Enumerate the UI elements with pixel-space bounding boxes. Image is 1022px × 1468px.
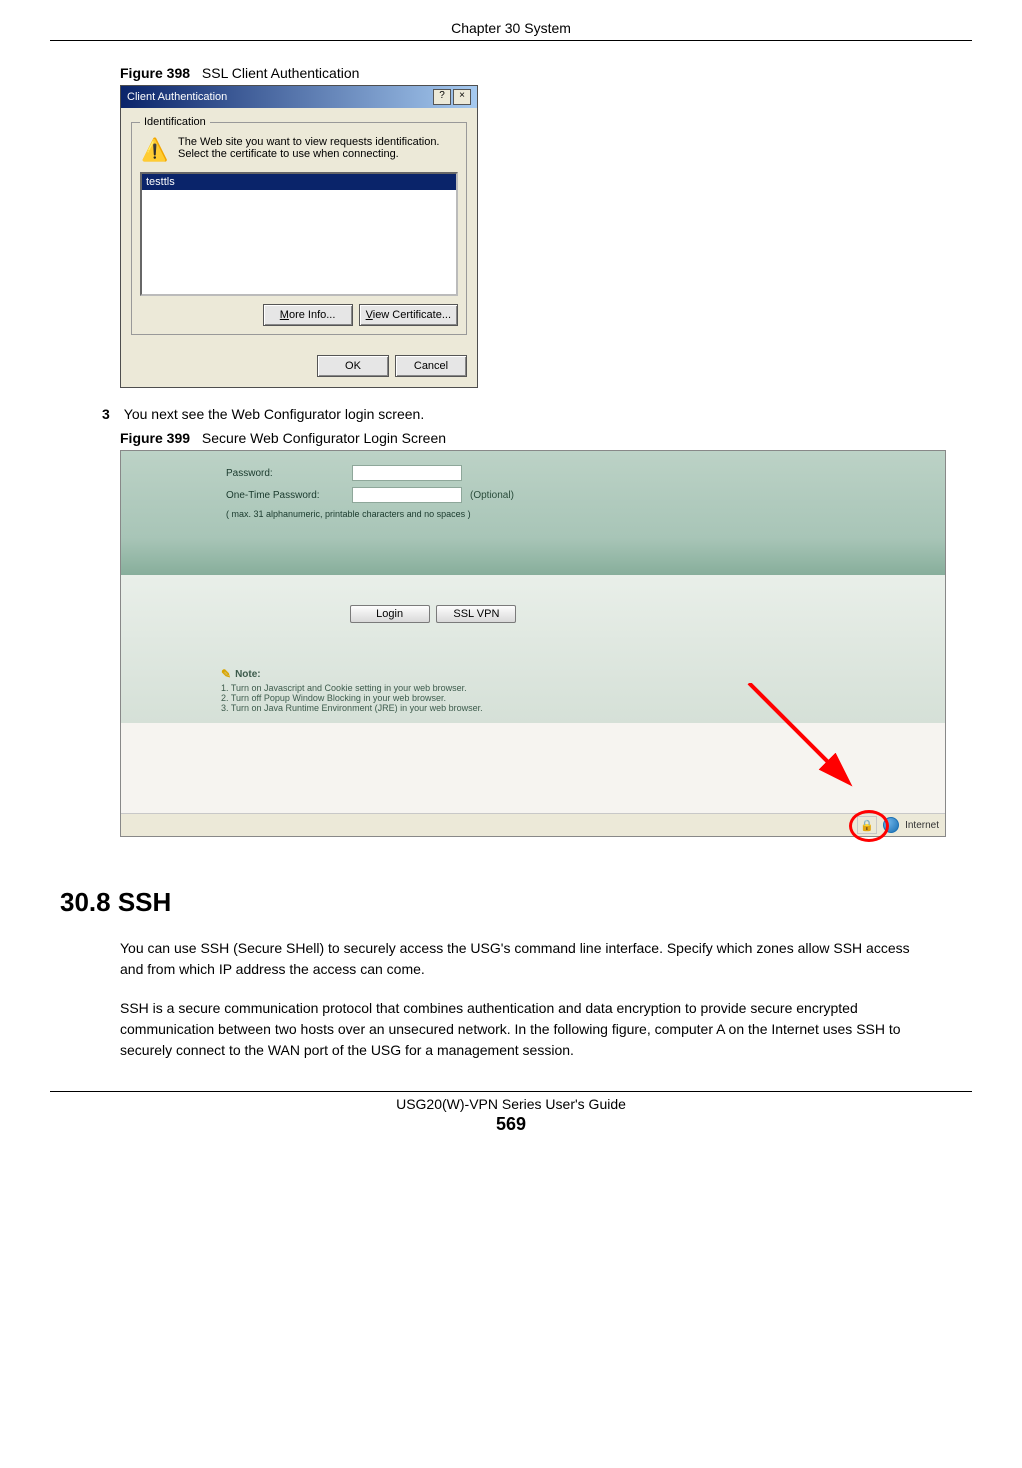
warning-icon: ⚠️ [140,136,170,164]
figure399-caption: Figure 399 Secure Web Configurator Login… [120,430,972,446]
note-label: Note: [235,669,261,680]
globe-icon [883,817,899,833]
more-info-button[interactable]: More Info... [263,304,353,326]
note-3: 3. Turn on Java Runtime Environment (JRE… [221,703,945,713]
rule-top [50,40,972,41]
view-certificate-button[interactable]: View Certificate... [359,304,458,326]
figure399-title: Secure Web Configurator Login Screen [202,430,446,446]
padlock-cell: 🔒 [857,816,877,834]
step-3-text: You next see the Web Configurator login … [124,406,424,422]
login-button[interactable]: Login [350,605,430,623]
close-button[interactable]: × [453,89,471,105]
dialog-titlebar: Client Authentication ? × [121,86,477,108]
footer: USG20(W)-VPN Series User's Guide 569 [50,1096,972,1135]
padlock-icon: 🔒 [860,819,874,832]
step-3: 3 You next see the Web Configurator logi… [102,406,972,422]
cancel-button[interactable]: Cancel [395,355,467,377]
password-field[interactable] [352,465,462,481]
dialog-title: Client Authentication [127,91,227,103]
sslvpn-button[interactable]: SSL VPN [436,605,516,623]
note-block: ✎ Note: 1. Turn on Javascript and Cookie … [221,667,945,713]
figure399-num: Figure 399 [120,430,190,446]
ok-button[interactable]: OK [317,355,389,377]
status-bar: 🔒 Internet [121,813,945,836]
figure398-num: Figure 398 [120,65,190,81]
note-2: 2. Turn off Popup Window Blocking in you… [221,693,945,703]
status-internet: Internet [905,820,939,831]
otp-label: One-Time Password: [226,490,344,501]
ssh-para-2: SSH is a secure communication protocol t… [120,998,930,1061]
step-3-num: 3 [102,406,110,422]
password-hint: ( max. 31 alphanumeric, printable charac… [226,509,945,519]
certificate-item-selected[interactable]: testtls [142,174,456,190]
note-icon: ✎ [221,667,231,681]
otp-field[interactable] [352,487,462,503]
certificate-list[interactable]: testtls [140,172,458,296]
client-auth-dialog: Client Authentication ? × Identification… [120,85,478,388]
footer-guide: USG20(W)-VPN Series User's Guide [50,1096,972,1112]
figure398-title: SSL Client Authentication [202,65,359,81]
page-number: 569 [50,1114,972,1135]
figure398-caption: Figure 398 SSL Client Authentication [120,65,972,81]
rule-bottom [50,1091,972,1092]
section-ssh-heading: 30.8 SSH [60,887,972,918]
ssh-para-1: You can use SSH (Secure SHell) to secure… [120,938,930,980]
dialog-msg-2: Select the certificate to use when conne… [178,148,440,160]
otp-optional: (Optional) [470,490,514,501]
login-screen: Password: One-Time Password: (Optional) … [120,450,946,837]
help-button[interactable]: ? [433,89,451,105]
dialog-msg-1: The Web site you want to view requests i… [178,136,440,148]
password-label: Password: [226,468,344,479]
chapter-header: Chapter 30 System [50,20,972,36]
identification-legend: Identification [140,116,210,128]
note-1: 1. Turn on Javascript and Cookie setting… [221,683,945,693]
